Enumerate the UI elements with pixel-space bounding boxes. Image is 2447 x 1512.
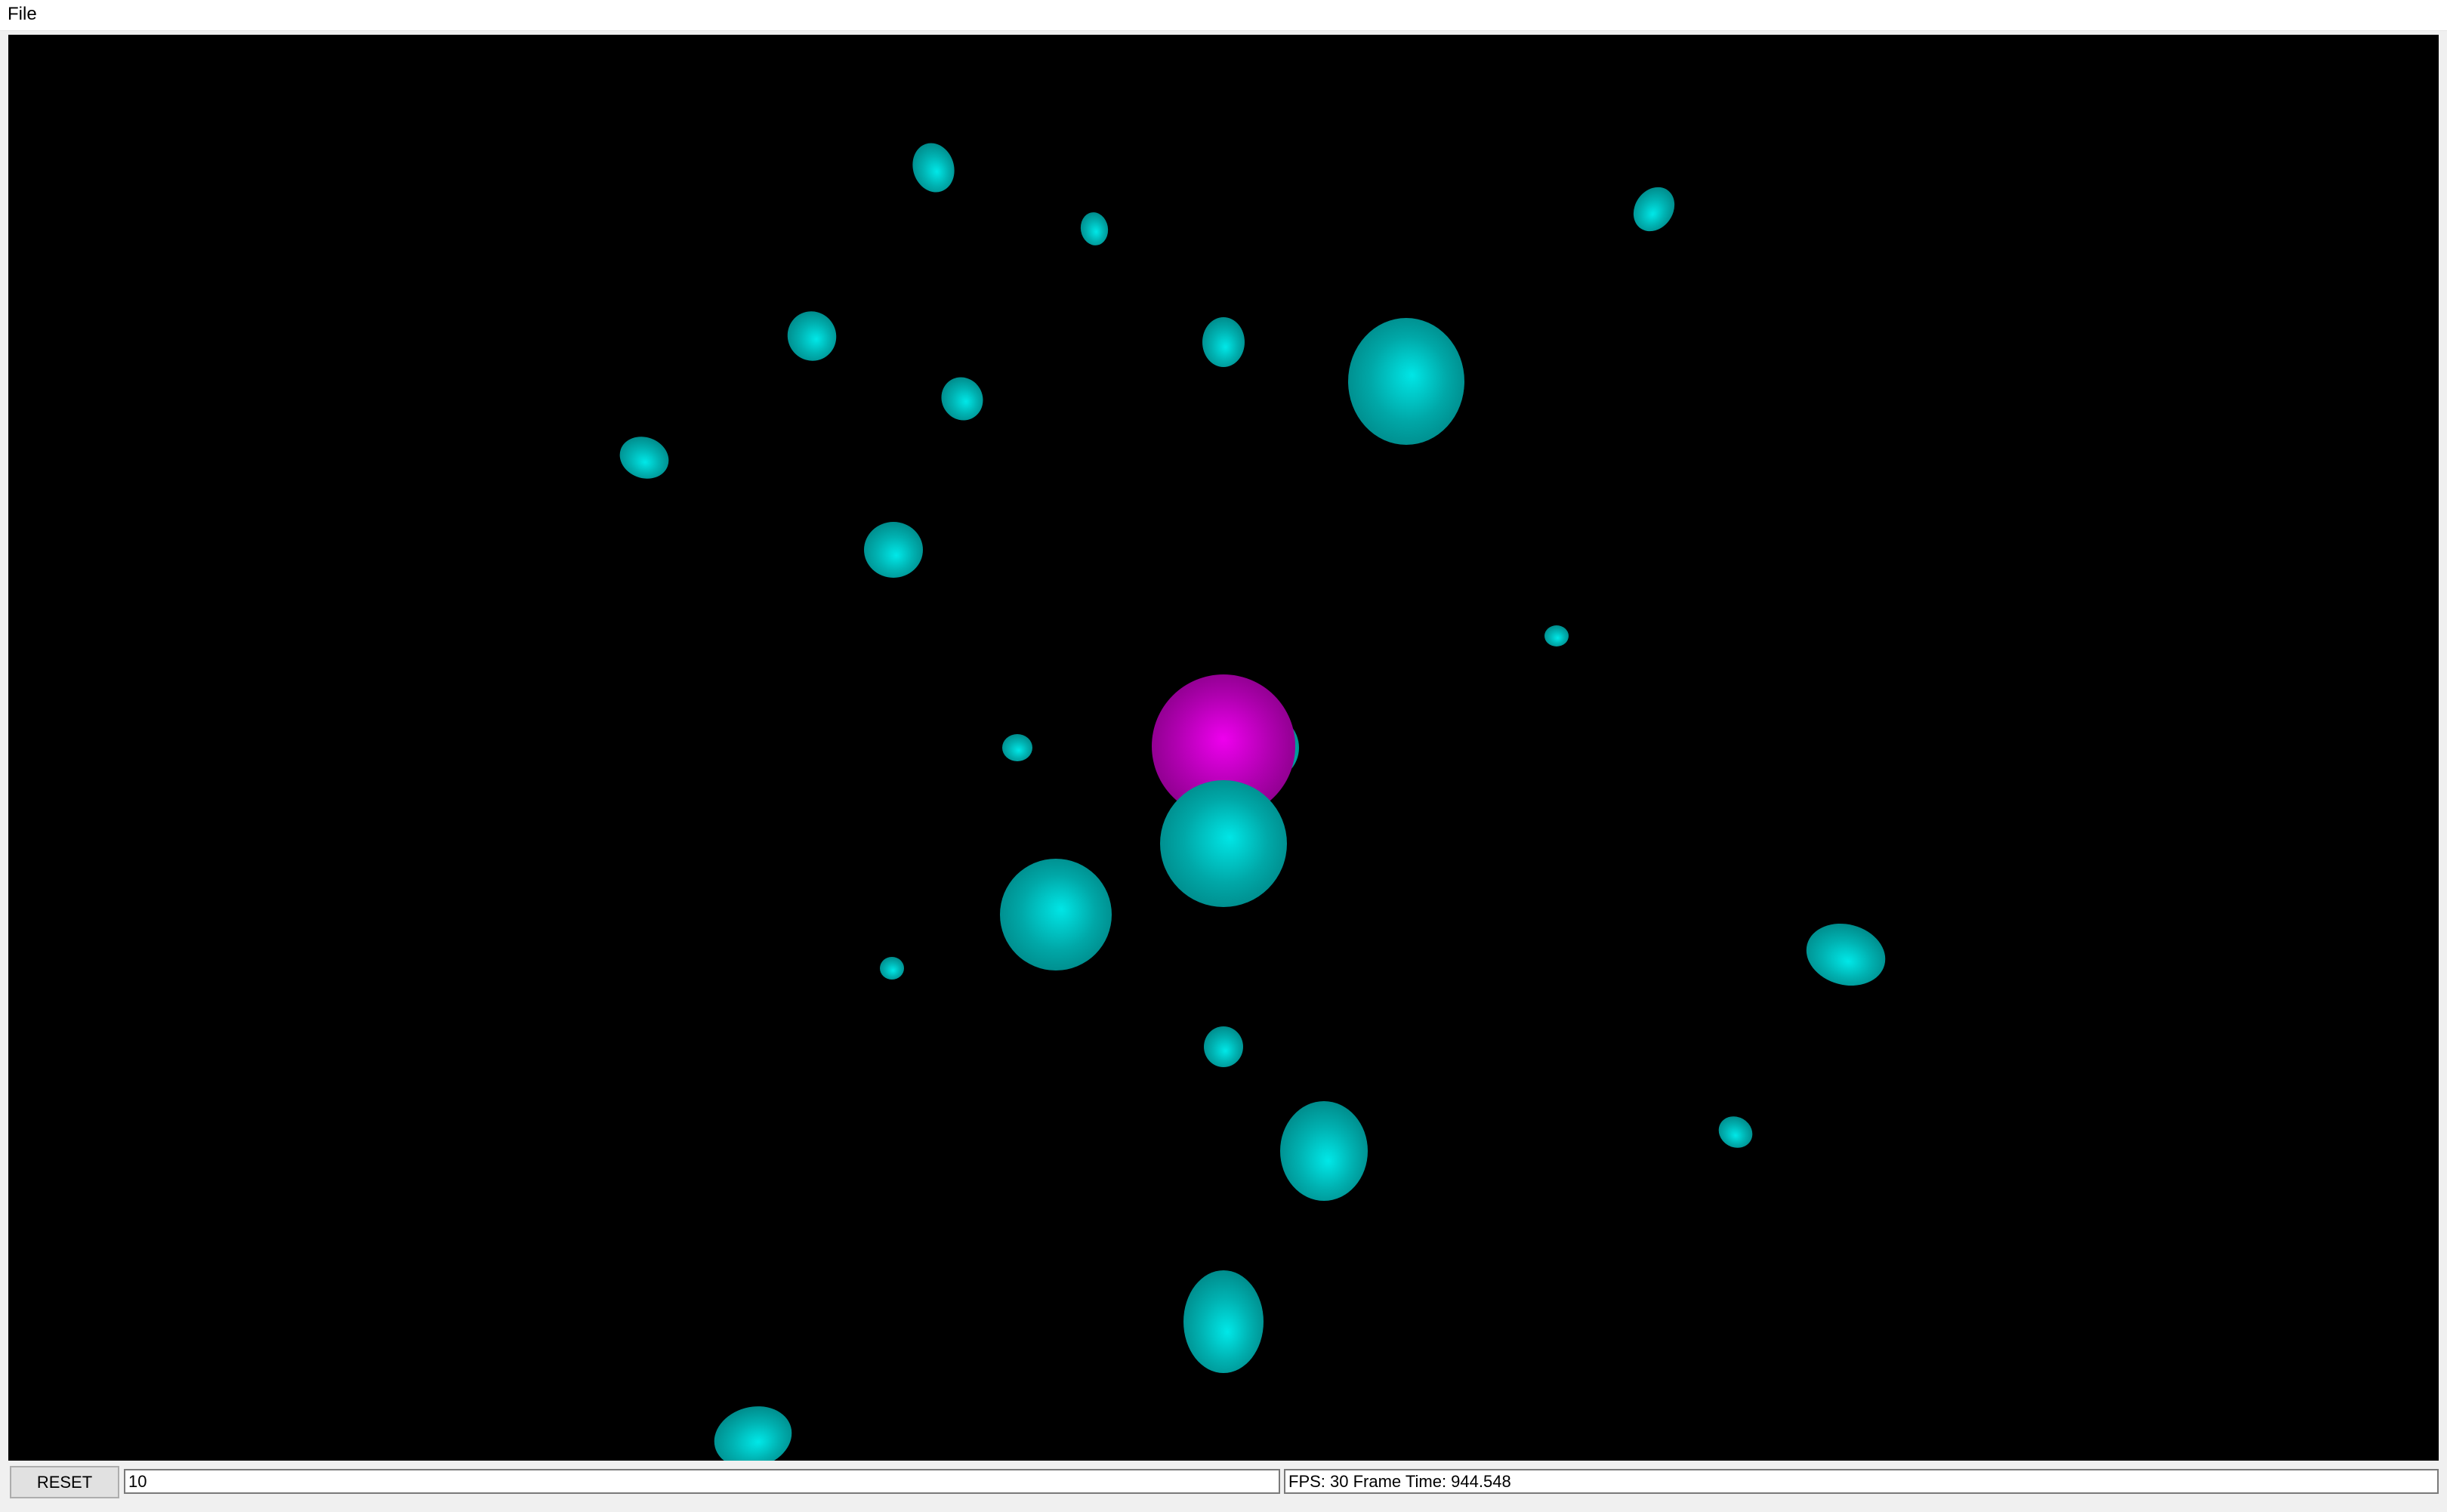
sphere-15	[880, 957, 904, 980]
sphere-5	[1202, 317, 1245, 367]
sphere-6	[1348, 318, 1464, 445]
sphere-3	[1633, 187, 1675, 232]
sphere-16	[1806, 924, 1886, 986]
menu-bar: File	[0, 0, 2447, 31]
sphere-18	[1718, 1116, 1753, 1148]
reset-button[interactable]: RESET	[10, 1466, 119, 1498]
sphere-9	[864, 522, 923, 578]
sphere-4	[787, 311, 837, 361]
sphere-count-input[interactable]	[124, 1469, 1280, 1494]
sphere-19	[1280, 1101, 1368, 1201]
sphere-20	[1183, 1270, 1264, 1373]
sphere-2	[1080, 212, 1109, 245]
render-viewport[interactable]	[8, 35, 2439, 1461]
sphere-1	[912, 143, 955, 193]
sphere-10	[1544, 625, 1569, 646]
status-readout: FPS: 30 Frame Time: 944.548	[1284, 1469, 2439, 1494]
sphere-17	[1204, 1026, 1243, 1067]
sphere-14	[1000, 859, 1112, 970]
sphere-13	[1160, 780, 1287, 907]
sphere-8	[619, 437, 669, 479]
file-menu[interactable]: File	[6, 2, 39, 27]
sphere-scene	[619, 143, 1886, 1461]
sphere-11	[1002, 734, 1032, 761]
sphere-7	[941, 377, 983, 421]
sphere-21	[714, 1406, 792, 1461]
